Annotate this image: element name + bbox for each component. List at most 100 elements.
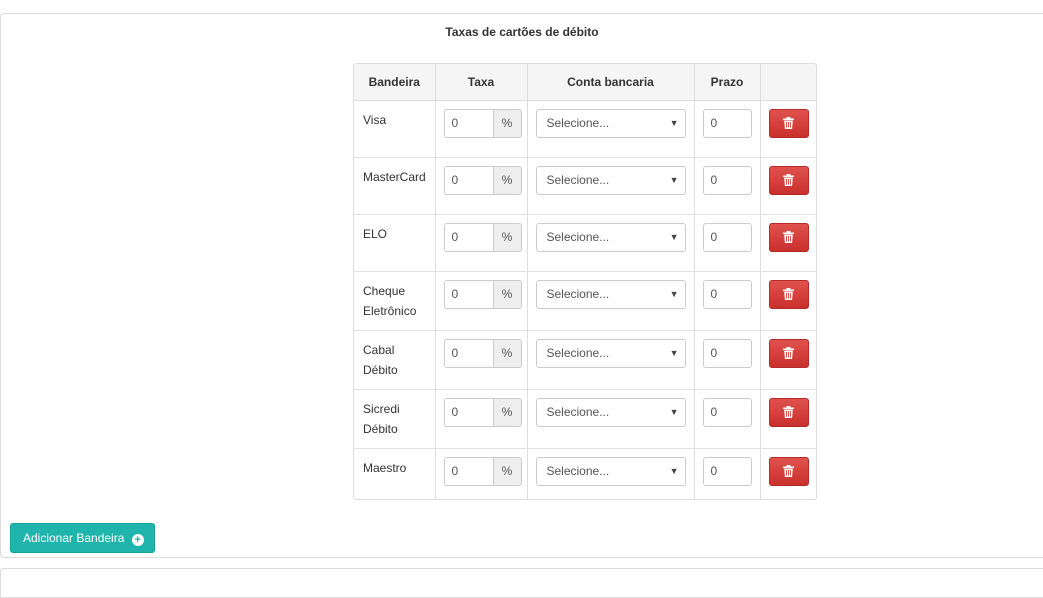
bandeira-name-line1: Cabal [363,342,395,357]
taxa-input[interactable]: 0 [443,397,493,427]
caret-down-icon: ▼ [669,174,679,185]
table-row: Cabal Débito 0 % Selecione... ▼ 0 [354,330,816,390]
taxa-input[interactable]: 0 [443,108,493,138]
bandeira-name: Maestro [363,458,426,478]
trash-icon [783,288,794,300]
conta-bancaria-select[interactable]: Selecione... ▼ [535,397,686,427]
prazo-input[interactable]: 0 [702,108,752,138]
caret-down-icon: ▼ [669,465,679,476]
bandeira-name-line2: Eletrônico [363,303,417,318]
prazo-input[interactable]: 0 [702,397,752,427]
caret-down-icon: ▼ [669,231,679,242]
delete-row-button[interactable] [768,108,809,138]
bandeira-name-line1: Visa [363,112,387,127]
bandeira-name-line1: Sicredi [363,401,400,416]
taxa-input[interactable]: 0 [443,165,493,195]
taxa-input-group: 0 % [443,108,522,138]
percent-addon: % [492,456,522,486]
conta-bancaria-value: Selecione... [546,345,610,360]
taxa-input[interactable]: 0 [443,222,493,252]
debit-fees-table: Bandeira Taxa Conta bancaria Prazo Visa … [353,63,817,500]
taxa-input-group: 0 % [443,456,522,486]
conta-bancaria-select[interactable]: Selecione... ▼ [535,338,686,368]
bandeira-name: Sicredi Débito [363,399,426,439]
conta-bancaria-value: Selecione... [546,463,610,478]
table-row: Cheque Eletrônico 0 % Selecione... ▼ 0 [354,271,816,331]
table-row: Maestro 0 % Selecione... ▼ 0 [354,448,816,499]
conta-bancaria-select[interactable]: Selecione... ▼ [535,456,686,486]
table-row: Sicredi Débito 0 % Selecione... ▼ 0 [354,389,816,449]
taxa-input[interactable]: 0 [443,279,493,309]
delete-row-button[interactable] [768,222,809,252]
delete-row-button[interactable] [768,456,809,486]
prazo-input[interactable]: 0 [702,222,752,252]
delete-row-button[interactable] [768,338,809,368]
trash-icon [783,465,794,477]
conta-bancaria-select[interactable]: Selecione... ▼ [535,108,686,138]
header-bandeira: Bandeira [354,64,436,101]
table-header-row: Bandeira Taxa Conta bancaria Prazo [354,64,816,101]
trash-icon [783,347,794,359]
plus-circle-icon: + [131,534,144,546]
bandeira-name-line2: Débito [363,362,398,377]
bandeira-name: Cabal Débito [363,340,426,380]
add-bandeira-label: Adicionar Bandeira [23,531,125,545]
percent-addon: % [492,165,522,195]
panel-title: Taxas de cartões de débito [445,25,599,39]
trash-icon [783,117,794,129]
percent-addon: % [492,338,522,368]
taxa-input[interactable]: 0 [443,456,493,486]
bandeira-name: MasterCard [363,167,426,187]
trash-icon [783,406,794,418]
header-actions [760,64,816,101]
next-panel [0,568,1043,598]
header-taxa: Taxa [435,64,528,101]
prazo-input[interactable]: 0 [702,279,752,309]
table-row: MasterCard 0 % Selecione... ▼ 0 [354,157,816,215]
taxa-input-group: 0 % [443,338,522,368]
taxa-input[interactable]: 0 [443,338,493,368]
taxa-input-group: 0 % [443,222,522,252]
bandeira-name-line2: Débito [363,421,398,436]
conta-bancaria-select[interactable]: Selecione... ▼ [535,222,686,252]
conta-bancaria-value: Selecione... [546,286,610,301]
delete-row-button[interactable] [768,279,809,309]
trash-icon [783,231,794,243]
percent-addon: % [492,279,522,309]
conta-bancaria-value: Selecione... [546,172,610,187]
conta-bancaria-select[interactable]: Selecione... ▼ [535,165,686,195]
header-conta-bancaria: Conta bancaria [527,64,695,101]
conta-bancaria-value: Selecione... [546,115,610,130]
bandeira-name-line1: Cheque [363,283,406,298]
delete-row-button[interactable] [768,165,809,195]
delete-row-button[interactable] [768,397,809,427]
prazo-input[interactable]: 0 [702,456,752,486]
caret-down-icon: ▼ [669,117,679,128]
caret-down-icon: ▼ [669,288,679,299]
taxa-input-group: 0 % [443,279,522,309]
bandeira-name: ELO [363,224,426,244]
table-row: ELO 0 % Selecione... ▼ 0 [354,214,816,272]
header-prazo: Prazo [694,64,761,101]
conta-bancaria-value: Selecione... [546,229,610,244]
conta-bancaria-value: Selecione... [546,404,610,419]
caret-down-icon: ▼ [669,347,679,358]
trash-icon [783,174,794,186]
taxa-input-group: 0 % [443,397,522,427]
prazo-input[interactable]: 0 [702,165,752,195]
bandeira-name: Visa [363,110,426,130]
debit-card-fees-panel: Taxas de cartões de débito Bandeira Taxa… [0,13,1043,558]
taxa-input-group: 0 % [443,165,522,195]
bandeira-name-line1: MasterCard [363,169,426,184]
conta-bancaria-select[interactable]: Selecione... ▼ [535,279,686,309]
percent-addon: % [492,108,522,138]
caret-down-icon: ▼ [669,406,679,417]
prazo-input[interactable]: 0 [702,338,752,368]
bandeira-name: Cheque Eletrônico [363,281,426,321]
percent-addon: % [492,397,522,427]
bandeira-name-line1: ELO [363,226,388,241]
add-bandeira-button[interactable]: Adicionar Bandeira + [10,523,155,553]
table-row: Visa 0 % Selecione... ▼ 0 [354,100,816,158]
bandeira-name-line1: Maestro [363,460,407,475]
percent-addon: % [492,222,522,252]
